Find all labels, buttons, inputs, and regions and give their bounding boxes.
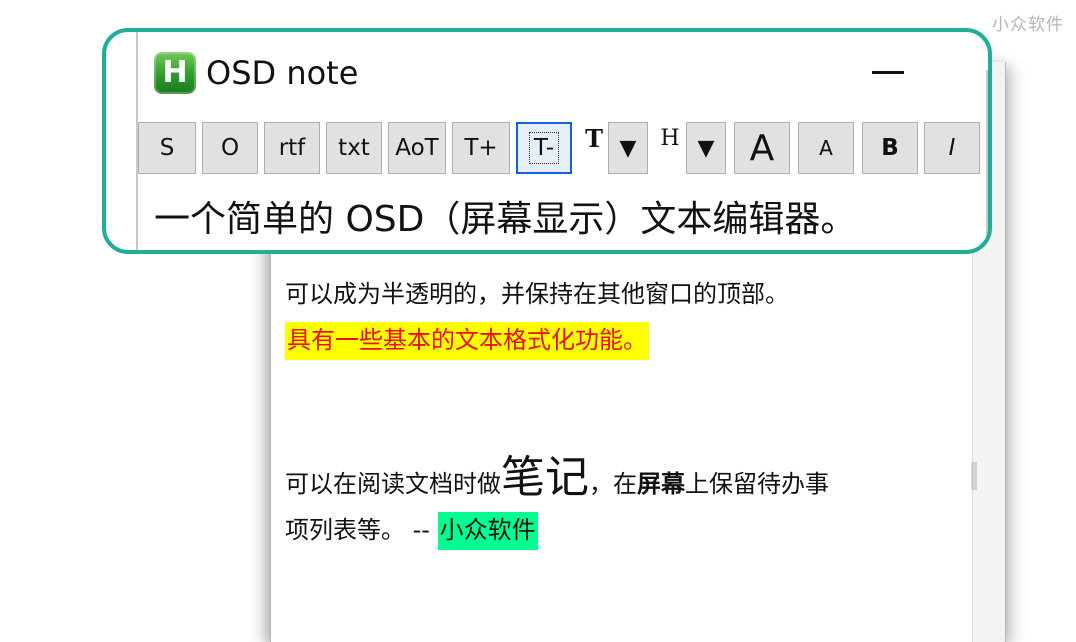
- font-size-increase-button[interactable]: A: [734, 122, 790, 174]
- rtf-button[interactable]: rtf: [264, 122, 320, 174]
- title-bar: H OSD note: [154, 48, 358, 98]
- app-logo-icon: H: [154, 52, 196, 94]
- transparency-decrease-button[interactable]: T-: [516, 122, 572, 174]
- minimize-button[interactable]: [866, 52, 910, 92]
- highlight-color-icon[interactable]: H: [656, 118, 684, 158]
- bold-button[interactable]: B: [862, 122, 918, 174]
- highlight-color-dropdown-button[interactable]: ▼: [686, 122, 726, 174]
- callout-editor-text: 一个简单的 OSD（屏幕显示）文本编辑器。: [154, 199, 857, 240]
- zoom-callout: H OSD note S O rtf txt AoT T+ T- T ▼ H ▼…: [102, 28, 992, 254]
- doc-line-todo: 项列表等。 -- 小众软件: [285, 510, 538, 550]
- open-button[interactable]: O: [202, 122, 258, 174]
- window-title: OSD note: [206, 54, 359, 92]
- green-highlight-text: 小众软件: [437, 512, 538, 550]
- callout-window-edge-right: [986, 70, 988, 250]
- todo-prefix: 项列表等。 --: [285, 516, 438, 544]
- text-color-dropdown-button[interactable]: ▼: [608, 122, 648, 174]
- yellow-highlight-text: 具有一些基本的文本格式化功能。: [285, 322, 649, 360]
- watermark: 小众软件: [992, 15, 1064, 35]
- doc-line-formatting: 具有一些基本的文本格式化功能。: [285, 320, 649, 360]
- save-button[interactable]: S: [138, 122, 196, 174]
- clipped-glyph: [971, 462, 977, 490]
- doc-line-translucent: 可以成为半透明的，并保持在其他窗口的顶部。: [285, 280, 789, 308]
- notes-prefix: 可以在阅读文档时做: [285, 470, 501, 498]
- italic-button[interactable]: I: [924, 122, 980, 174]
- notes-suffix: 上保留待办事: [685, 470, 829, 498]
- always-on-top-button[interactable]: AoT: [388, 122, 446, 174]
- text-color-icon[interactable]: T: [580, 118, 608, 158]
- font-size-decrease-button[interactable]: A: [798, 122, 854, 174]
- doc-line-notes: 可以在阅读文档时做笔记，在屏幕上保留待办事: [285, 446, 829, 510]
- large-text-notes: 笔记: [501, 452, 589, 503]
- notes-mid: ，在: [589, 470, 637, 498]
- txt-button[interactable]: txt: [326, 122, 382, 174]
- bold-text-screen: 屏幕: [637, 470, 685, 498]
- minimize-icon: [872, 70, 904, 74]
- transparency-increase-button[interactable]: T+: [452, 122, 510, 174]
